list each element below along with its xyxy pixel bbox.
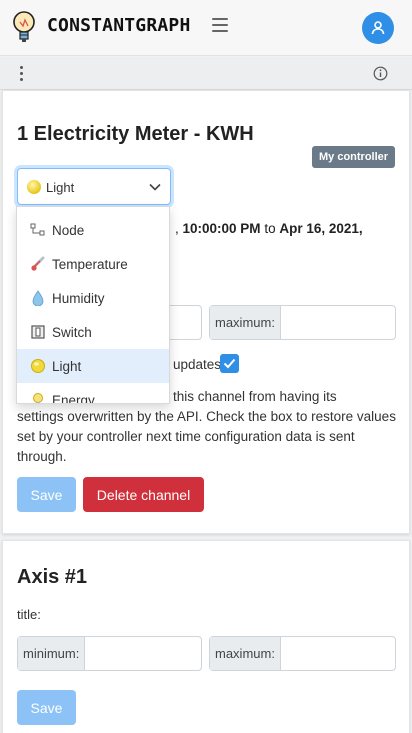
switch-icon bbox=[31, 325, 45, 339]
axis-minimum-input[interactable] bbox=[85, 637, 201, 670]
axis-title-label: title: bbox=[17, 607, 41, 622]
chevron-down-icon bbox=[149, 183, 161, 191]
menu-item-label: Switch bbox=[52, 325, 92, 340]
axis-minimum-label: minimum: bbox=[18, 637, 86, 670]
menu-item-label: Node bbox=[52, 223, 85, 238]
thermometer-icon bbox=[31, 256, 45, 271]
controller-badge: My controller bbox=[312, 146, 396, 168]
toolbar bbox=[0, 57, 412, 90]
channel-maximum-input[interactable] bbox=[281, 306, 395, 339]
light-bulb-icon bbox=[27, 180, 41, 194]
brand-name[interactable]: CONSTANTGRAPH bbox=[47, 15, 190, 36]
menu-item-temperature[interactable]: Temperature bbox=[17, 247, 169, 281]
checkmark-icon bbox=[223, 358, 236, 369]
channel-maximum-label: maximum: bbox=[210, 306, 281, 339]
save-channel-button[interactable]: Save bbox=[17, 477, 76, 512]
axis-card: Axis #1 title: minimum: maximum: Save bbox=[2, 540, 410, 733]
channel-maximum-group: maximum: bbox=[209, 305, 396, 340]
menu-item-label: Light bbox=[52, 359, 82, 374]
axis-maximum-input[interactable] bbox=[281, 637, 395, 670]
info-icon[interactable] bbox=[373, 66, 388, 81]
menu-item-node[interactable]: Node bbox=[17, 213, 169, 247]
sensor-type-menu: Node Temperature Humidity Switch Light E… bbox=[16, 206, 170, 404]
channel-title: 1 Electricity Meter - KWH bbox=[17, 123, 254, 145]
save-axis-button[interactable]: Save bbox=[17, 690, 76, 725]
restore-settings-checkbox[interactable] bbox=[220, 354, 239, 373]
menu-item-label: Humidity bbox=[52, 291, 105, 306]
delete-channel-button[interactable]: Delete channel bbox=[83, 477, 204, 512]
sensor-type-value: Light bbox=[46, 180, 75, 195]
sensor-type-select[interactable]: Light bbox=[17, 168, 171, 205]
user-icon bbox=[371, 21, 385, 35]
axis-maximum-group: maximum: bbox=[209, 636, 396, 671]
menu-item-label: Energy bbox=[52, 393, 95, 404]
lightbulb-logo-icon[interactable] bbox=[12, 10, 36, 44]
kebab-menu-icon[interactable] bbox=[18, 66, 26, 82]
menu-item-label: Temperature bbox=[52, 257, 128, 272]
hamburger-menu-icon[interactable] bbox=[212, 18, 228, 32]
droplet-icon bbox=[32, 290, 44, 306]
user-account-button[interactable] bbox=[362, 12, 394, 44]
axis-maximum-label: maximum: bbox=[210, 637, 281, 670]
axis-minimum-group: minimum: bbox=[17, 636, 202, 671]
navbar: CONSTANTGRAPH bbox=[0, 0, 412, 56]
menu-item-switch[interactable]: Switch bbox=[17, 315, 169, 349]
energy-bulb-icon bbox=[33, 393, 43, 403]
node-icon bbox=[30, 223, 45, 236]
date-range: , 10:00:00 PM to Apr 16, 2021, bbox=[175, 221, 363, 236]
menu-item-humidity[interactable]: Humidity bbox=[17, 281, 169, 315]
checkbox-label: updates bbox=[173, 357, 222, 372]
menu-item-energy[interactable]: Energy bbox=[17, 383, 169, 404]
menu-item-light[interactable]: Light bbox=[17, 349, 169, 383]
axis-title: Axis #1 bbox=[17, 566, 88, 588]
light-bulb-icon bbox=[31, 359, 45, 373]
